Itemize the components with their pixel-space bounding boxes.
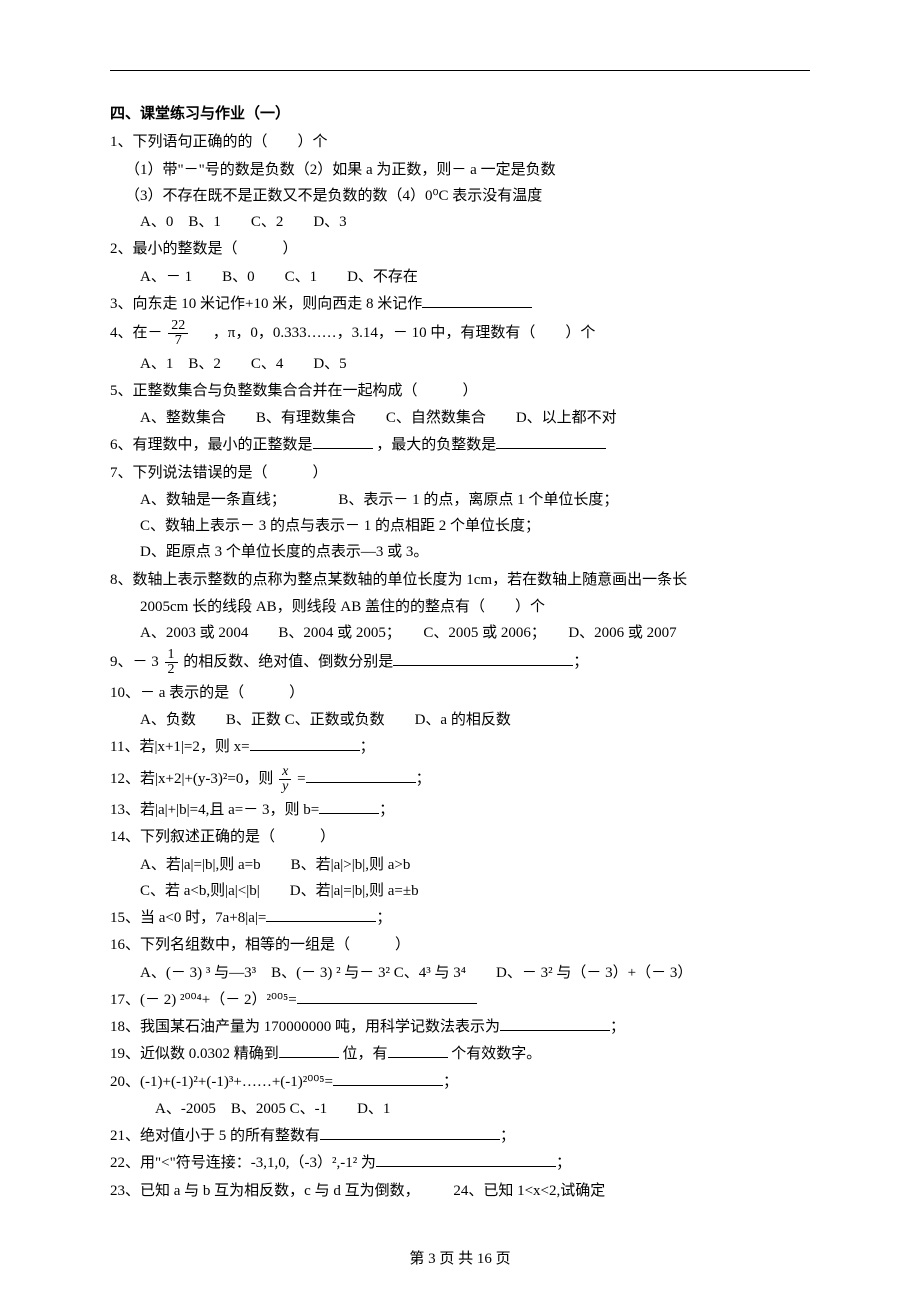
frac-den: 2	[165, 662, 178, 677]
q20: 20、(-1)+(-1)²+(-1)³+……+(-1)²⁰⁰⁵= ；	[110, 1069, 810, 1095]
page-footer: 第 3 页 共 16 页	[0, 1246, 920, 1272]
fraction-22-7: 22 7	[168, 319, 188, 348]
q18b: ；	[610, 1019, 625, 1035]
q12: 12、若|x+2|+(y-3)²=0，则 x y = ；	[110, 762, 810, 797]
q8-l2: 2005cm 长的线段 AB，则线段 AB 盖住的的整点有（ ）个	[110, 594, 810, 620]
q19: 19、近似数 0.0302 精确到 位，有 个有效数字。	[110, 1041, 810, 1067]
q18a: 18、我国某石油产量为 170000000 吨，用科学记数法表示为	[110, 1019, 500, 1035]
fraction-1-2: 1 2	[165, 648, 178, 677]
q6: 6、有理数中，最小的正整数是 ，最大的负整数是	[110, 432, 810, 458]
frac-num: x	[279, 765, 291, 779]
q22: 22、用"<"符号连接：-3,1,0,（-3）²,-1² 为 ；	[110, 1150, 810, 1176]
blank	[313, 435, 373, 450]
q16-stem: 16、下列名组数中，相等的一组是（ ）	[110, 932, 810, 958]
q14-stem: 14、下列叙述正确的是（ ）	[110, 824, 810, 850]
q19a: 19、近似数 0.0302 精确到	[110, 1046, 279, 1062]
frac-den: y	[279, 779, 291, 794]
q3-text: 3、向东走 10 米记作+10 米，则向西走 8 米记作	[110, 296, 422, 312]
q11: 11、若|x+1|=2，则 x= ；	[110, 734, 810, 760]
q7-c: C、数轴上表示－ 3 的点与表示－ 1 的点相距 2 个单位长度；	[110, 513, 810, 539]
blank	[320, 1126, 500, 1141]
blank	[422, 293, 532, 308]
q19c: 个有效数字。	[451, 1046, 541, 1062]
q19b: 位，有	[343, 1046, 388, 1062]
q6b: ，最大的负整数是	[376, 437, 496, 453]
q9-pre: 9、－ 3	[110, 654, 159, 670]
blank	[297, 989, 477, 1004]
q10-opts: A、负数 B、正数 C、正数或负数 D、a 的相反数	[110, 707, 810, 733]
section-title: 四、课堂练习与作业（一）	[110, 101, 810, 127]
q24: 24、已知 1<x<2,试确定	[453, 1183, 605, 1199]
q7-a: A、数轴是一条直线； B、表示－ 1 的点，离原点 1 个单位长度；	[110, 487, 810, 513]
blank	[319, 800, 379, 815]
q16-opts: A、(－ 3) ³ 与—3³ B、(－ 3) ² 与－ 3² C、4³ 与 3⁴…	[110, 960, 810, 986]
frac-den: 7	[168, 333, 188, 348]
q1-opts: A、0 B、1 C、2 D、3	[110, 209, 810, 235]
q4-pre: 4、在－	[110, 325, 163, 341]
q12-pre: 12、若|x+2|+(y-3)²=0，则	[110, 771, 273, 787]
q13: 13、若|a|+|b|=4,且 a=－ 3，则 b= ；	[110, 797, 810, 823]
q4-opts: A、1 B、2 C、4 D、5	[110, 351, 810, 377]
blank	[306, 768, 416, 783]
q9: 9、－ 3 1 2 的相反数、绝对值、倒数分别是 ；	[110, 647, 810, 679]
frac-num: 22	[168, 319, 188, 333]
q9-post: 的相反数、绝对值、倒数分别是	[183, 654, 393, 670]
top-rule	[110, 70, 810, 71]
q21: 21、绝对值小于 5 的所有整数有 ；	[110, 1123, 810, 1149]
blank	[266, 908, 376, 923]
blank	[500, 1017, 610, 1032]
frac-num: 1	[165, 648, 178, 662]
q22b: ；	[556, 1155, 571, 1171]
q10-stem: 10、－ a 表示的是（ ）	[110, 680, 810, 706]
q13b: ；	[379, 802, 394, 818]
q7-stem: 7、下列说法错误的是（ ）	[110, 460, 810, 486]
q8-l1: 8、数轴上表示整数的点称为整点某数轴的单位长度为 1cm，若在数轴上随意画出一条…	[110, 567, 810, 593]
blank	[496, 435, 606, 450]
q11a: 11、若|x+1|=2，则 x=	[110, 739, 250, 755]
q5-opts: A、整数集合 B、有理数集合 C、自然数集合 D、以上都不对	[110, 405, 810, 431]
q7-d: D、距原点 3 个单位长度的点表示—3 或 3。	[110, 539, 810, 565]
q4: 4、在－ 22 7 ，π，0，0.333……，3.14，－ 10 中，有理数有（…	[110, 318, 810, 350]
fraction-x-y: x y	[279, 765, 291, 794]
q20a: 20、(-1)+(-1)²+(-1)³+……+(-1)²⁰⁰⁵=	[110, 1074, 333, 1090]
q23: 23、已知 a 与 b 互为相反数，c 与 d 互为倒数，	[110, 1183, 420, 1199]
q20b: ；	[443, 1074, 458, 1090]
q17: 17、(－ 2) ²⁰⁰⁴+（－ 2）²⁰⁰⁵=	[110, 987, 810, 1013]
q15a: 15、当 a<0 时，7a+8|a|=	[110, 910, 266, 926]
q15b: ；	[376, 910, 391, 926]
blank	[376, 1153, 556, 1168]
q21b: ；	[500, 1128, 515, 1144]
q18: 18、我国某石油产量为 170000000 吨，用科学记数法表示为 ；	[110, 1014, 810, 1040]
blank	[250, 737, 360, 752]
q5-stem: 5、正整数集合与负整数集合合并在一起构成（ ）	[110, 378, 810, 404]
q13a: 13、若|a|+|b|=4,且 a=－ 3，则 b=	[110, 802, 319, 818]
q11b: ；	[360, 739, 375, 755]
q6a: 6、有理数中，最小的正整数是	[110, 437, 313, 453]
q2-stem: 2、最小的整数是（ ）	[110, 236, 810, 262]
blank	[393, 652, 573, 667]
q14-ab: A、若|a|=|b|,则 a=b B、若|a|>|b|,则 a>b	[110, 852, 810, 878]
q17a: 17、(－ 2) ²⁰⁰⁴+（－ 2）²⁰⁰⁵=	[110, 992, 297, 1008]
q1-sub2: （3）不存在既不是正数又不是负数的数（4）0⁰C 表示没有温度	[110, 183, 810, 209]
blank	[333, 1071, 443, 1086]
q3: 3、向东走 10 米记作+10 米，则向西走 8 米记作	[110, 291, 810, 317]
q21a: 21、绝对值小于 5 的所有整数有	[110, 1128, 320, 1144]
q9-tail: ；	[573, 654, 588, 670]
q15: 15、当 a<0 时，7a+8|a|= ；	[110, 905, 810, 931]
q8-opts: A、2003 或 2004 B、2004 或 2005； C、2005 或 20…	[110, 620, 810, 646]
q23-q24: 23、已知 a 与 b 互为相反数，c 与 d 互为倒数， 24、已知 1<x<…	[110, 1178, 810, 1204]
blank	[388, 1044, 448, 1059]
q12-tail: ；	[416, 771, 431, 787]
q12-mid: =	[297, 771, 305, 787]
q1-stem: 1、下列语句正确的的（ ）个	[110, 129, 810, 155]
q14-cd: C、若 a<b,则|a|<|b| D、若|a|=|b|,则 a=±b	[110, 878, 810, 904]
q1-sub1: （1）带"－"号的数是负数（2）如果 a 为正数，则－ a 一定是负数	[110, 157, 810, 183]
page: 四、课堂练习与作业（一） 1、下列语句正确的的（ ）个 （1）带"－"号的数是负…	[0, 0, 920, 1302]
q2-opts: A、－ 1 B、0 C、1 D、不存在	[110, 264, 810, 290]
q22a: 22、用"<"符号连接：-3,1,0,（-3）²,-1² 为	[110, 1155, 376, 1171]
q20-opts: A、-2005 B、2005 C、-1 D、1	[110, 1096, 810, 1122]
q4-post: ，π，0，0.333……，3.14，－ 10 中，有理数有（ ）个	[213, 325, 596, 341]
blank	[279, 1044, 339, 1059]
